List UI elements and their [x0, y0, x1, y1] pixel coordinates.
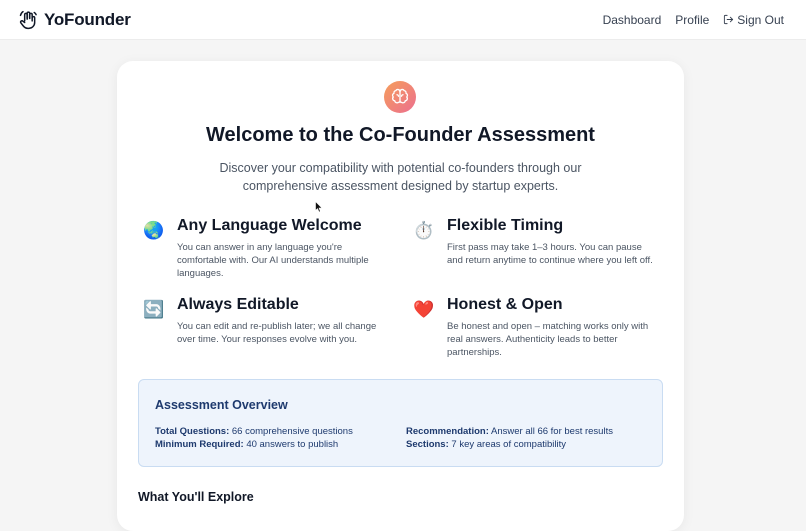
overview-recommendation: Recommendation: Answer all 66 for best r… [406, 426, 613, 437]
stopwatch-icon: ⏱️ [413, 221, 435, 240]
explore-heading: What You'll Explore [138, 490, 254, 504]
top-navigation-bar: YoFounder Dashboard Profile Sign Out [0, 0, 806, 40]
overview-value: 7 key areas of compatibility [451, 439, 566, 450]
feature-description: First pass may take 1–3 hours. You can p… [447, 242, 653, 266]
feature-description: Be honest and open – matching works only… [447, 321, 649, 358]
overview-minimum-required: Minimum Required: 40 answers to publish [155, 439, 338, 450]
sign-out-link[interactable]: Sign Out [723, 13, 784, 27]
main-nav: Dashboard Profile Sign Out [603, 13, 784, 27]
sign-out-icon [724, 14, 734, 25]
assessment-welcome-card: Welcome to the Co-Founder Assessment Dis… [117, 61, 684, 531]
feature-title: Any Language Welcome [177, 217, 362, 234]
sign-out-label: Sign Out [737, 12, 784, 27]
page-subtitle: Discover your compatibility with potenti… [219, 161, 582, 193]
assessment-overview-panel: Assessment Overview Total Questions: 66 … [138, 379, 663, 467]
nav-dashboard-link[interactable]: Dashboard [603, 13, 662, 27]
brain-logo-badge [384, 81, 416, 113]
overview-label: Recommendation: [406, 426, 489, 437]
overview-total-questions: Total Questions: 66 comprehensive questi… [155, 426, 353, 437]
brand-name: YoFounder [44, 9, 131, 29]
feature-title: Flexible Timing [447, 217, 564, 234]
overview-title: Assessment Overview [155, 398, 288, 412]
overview-label: Sections: [406, 439, 449, 450]
feature-description: You can answer in any language you're co… [177, 242, 369, 279]
overview-sections: Sections: 7 key areas of compatibility [406, 439, 566, 450]
feature-description: You can edit and re-publish later; we al… [177, 321, 377, 345]
refresh-icon: 🔄 [143, 300, 165, 319]
overview-value: Answer all 66 for best results [491, 426, 613, 437]
feature-title: Always Editable [177, 296, 299, 313]
nav-profile-link[interactable]: Profile [675, 13, 709, 27]
brain-icon [391, 88, 409, 104]
brand-logo-link[interactable]: YoFounder [18, 10, 131, 30]
page-title: Welcome to the Co-Founder Assessment [206, 124, 595, 146]
waving-hand-icon [19, 10, 37, 29]
globe-icon: 🌏 [143, 221, 165, 240]
feature-title: Honest & Open [447, 296, 563, 313]
heart-icon: ❤️ [413, 300, 435, 319]
overview-value: 66 comprehensive questions [231, 426, 353, 437]
overview-label: Minimum Required: [155, 439, 244, 450]
overview-label: Total Questions: [155, 426, 230, 437]
mouse-cursor-icon [315, 201, 323, 213]
overview-value: 40 answers to publish [246, 439, 339, 450]
